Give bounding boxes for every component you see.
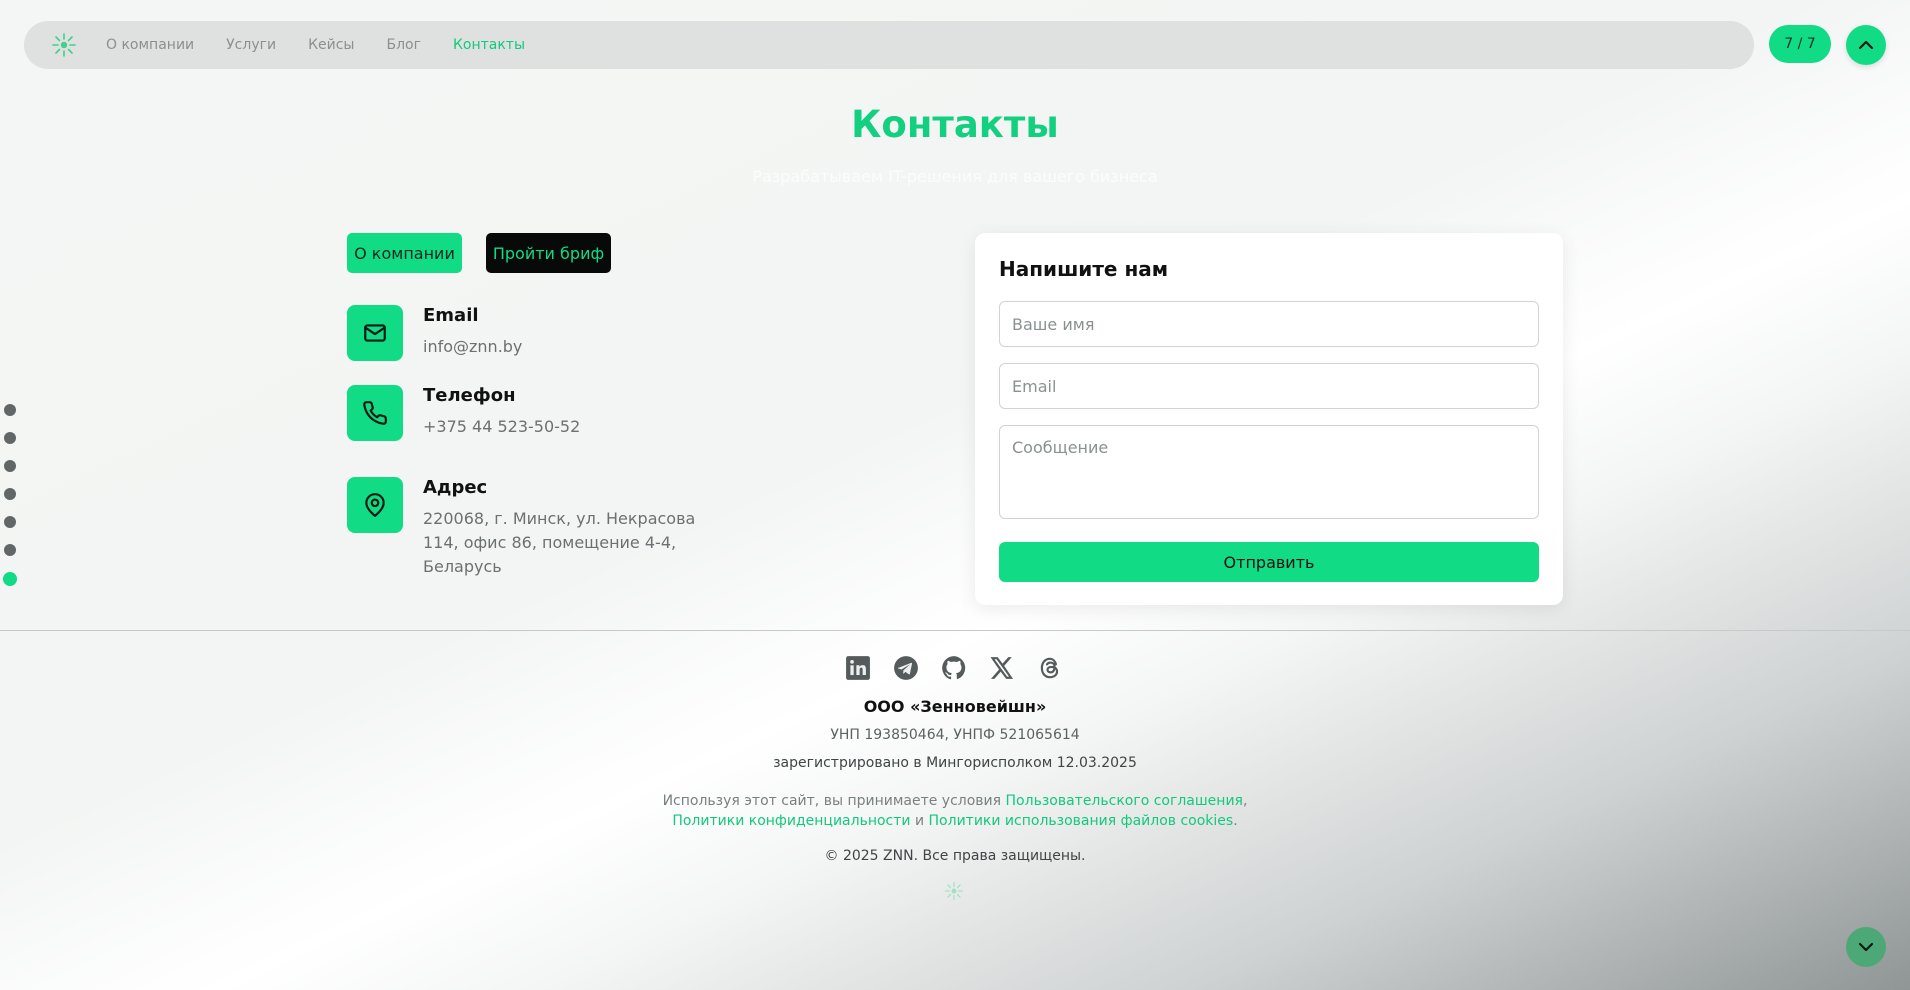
contact-label: Email xyxy=(423,305,479,326)
contact-form-card: Напишите нам Отправить xyxy=(975,233,1563,605)
name-input[interactable] xyxy=(999,301,1539,347)
footer-registration: зарегистрировано в Мингорисполком 12.03.… xyxy=(773,755,1137,771)
submit-button[interactable]: Отправить xyxy=(999,542,1539,582)
nav-link-contacts[interactable]: Контакты xyxy=(453,37,525,53)
terms-end: . xyxy=(1233,813,1238,829)
nav-link-cases[interactable]: Кейсы xyxy=(308,37,354,53)
page-subtitle: Разрабатываем IT-решения для вашего бизн… xyxy=(752,167,1158,186)
footer-divider xyxy=(0,630,1910,631)
contact-value[interactable]: info@znn.by xyxy=(423,335,733,359)
contact-label: Телефон xyxy=(423,385,516,406)
footer-copyright: © 2025 ZNN. Все права защищены. xyxy=(824,848,1086,864)
form-title: Напишите нам xyxy=(999,257,1169,281)
about-company-button[interactable]: О компании xyxy=(347,233,462,273)
footer-terms: Используя этот сайт, вы принимаете услов… xyxy=(0,791,1910,831)
take-brief-button[interactable]: Пройти бриф xyxy=(486,233,611,273)
contact-label: Адрес xyxy=(423,477,488,498)
top-navbar: О компании Услуги Кейсы Блог Контакты xyxy=(24,21,1754,69)
footer-logo-icon xyxy=(944,881,964,901)
sun-burst-logo-icon[interactable] xyxy=(49,30,79,60)
contact-value[interactable]: +375 44 523-50-52 xyxy=(423,415,733,439)
scroll-up-button[interactable] xyxy=(1846,25,1886,65)
contact-email: Email info@znn.by xyxy=(347,305,733,361)
scroll-down-button[interactable] xyxy=(1846,927,1886,967)
nav-link-services[interactable]: Услуги xyxy=(226,37,276,53)
page-title: Контакты xyxy=(851,103,1059,146)
terms-separator: , xyxy=(1242,793,1248,809)
mail-icon xyxy=(347,305,403,361)
privacy-policy-link[interactable]: Политики конфиденциальности xyxy=(672,813,910,829)
nav-link-about[interactable]: О компании xyxy=(106,37,194,53)
section-dot-active[interactable] xyxy=(3,572,17,586)
footer-company-name: ООО «Зенновейшн» xyxy=(863,697,1047,716)
message-textarea[interactable] xyxy=(999,425,1539,519)
github-icon[interactable] xyxy=(940,654,968,682)
cookie-policy-link[interactable]: Политики использования файлов cookies xyxy=(929,813,1234,829)
chevron-up-icon xyxy=(1858,40,1874,50)
section-dot[interactable] xyxy=(4,488,16,500)
phone-icon xyxy=(347,385,403,441)
terms-prefix: Используя этот сайт, вы принимаете услов… xyxy=(662,793,1002,809)
threads-icon[interactable] xyxy=(1036,654,1064,682)
section-dot[interactable] xyxy=(4,460,16,472)
social-links xyxy=(844,654,1084,682)
section-dot[interactable] xyxy=(4,544,16,556)
location-pin-icon xyxy=(347,477,403,533)
nav-link-blog[interactable]: Блог xyxy=(386,37,420,53)
footer-unp: УНП 193850464, УНПФ 521065614 xyxy=(830,727,1080,743)
page-indicator-badge: 7 / 7 xyxy=(1769,25,1831,63)
x-icon[interactable] xyxy=(988,654,1016,682)
contact-phone: Телефон +375 44 523-50-52 xyxy=(347,385,733,441)
chevron-down-icon xyxy=(1858,942,1874,952)
linkedin-icon[interactable] xyxy=(844,654,872,682)
section-dot[interactable] xyxy=(4,404,16,416)
contact-value: 220068, г. Минск, ул. Некрасова 114, офи… xyxy=(423,509,696,576)
terms-and: и xyxy=(914,813,925,829)
section-dot[interactable] xyxy=(4,516,16,528)
user-agreement-link[interactable]: Пользовательского соглашения xyxy=(1006,793,1243,809)
section-dot[interactable] xyxy=(4,432,16,444)
email-input[interactable] xyxy=(999,363,1539,409)
section-dots-nav xyxy=(3,404,17,602)
telegram-icon[interactable] xyxy=(892,654,920,682)
contact-address: Адрес 220068, г. Минск, ул. Некрасова 11… xyxy=(347,477,733,579)
